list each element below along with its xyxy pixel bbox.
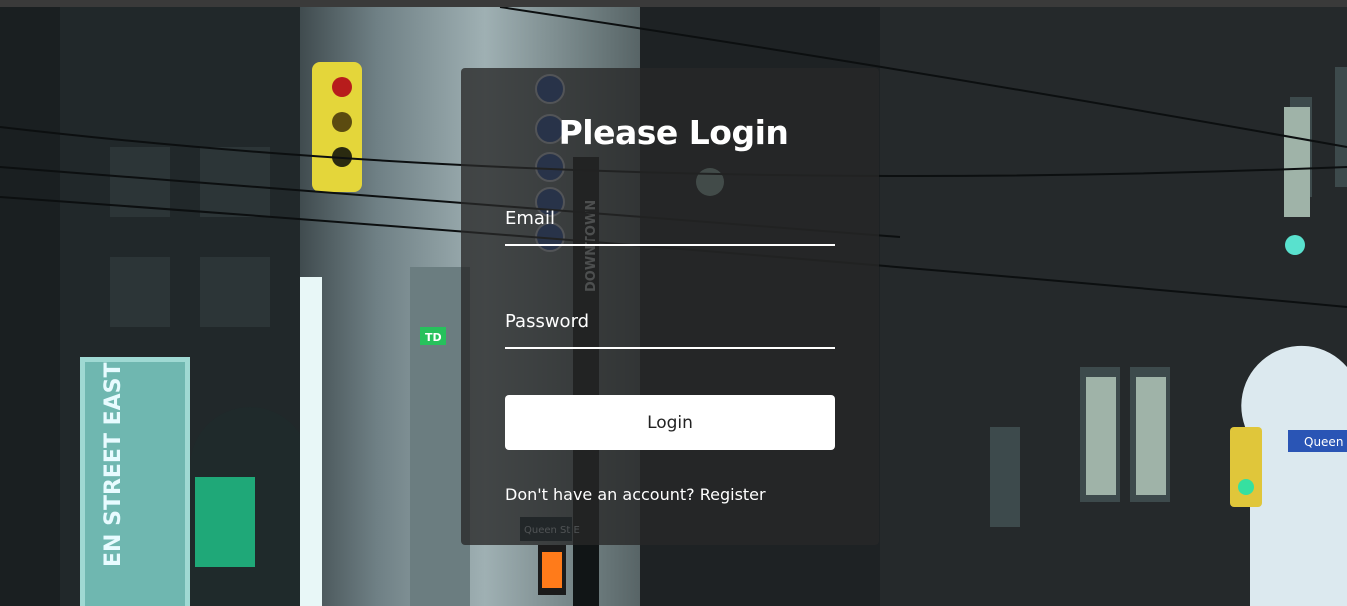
- building-sign-text: EN STREET EAST: [101, 362, 126, 567]
- email-field-group: Email: [505, 208, 835, 246]
- street-sign-right: Queen: [1304, 435, 1343, 449]
- password-field-group: Password: [505, 311, 835, 349]
- browser-top-bar: [0, 0, 1347, 7]
- register-prompt: Don't have an account? Register: [505, 485, 766, 504]
- login-button[interactable]: Login: [505, 395, 835, 450]
- login-title: Please Login: [558, 113, 789, 152]
- password-input[interactable]: [505, 311, 835, 349]
- register-prompt-text: Don't have an account?: [505, 485, 695, 504]
- register-link[interactable]: Register: [700, 485, 766, 504]
- email-input[interactable]: [505, 208, 835, 246]
- bank-logo-text: TD: [425, 331, 442, 344]
